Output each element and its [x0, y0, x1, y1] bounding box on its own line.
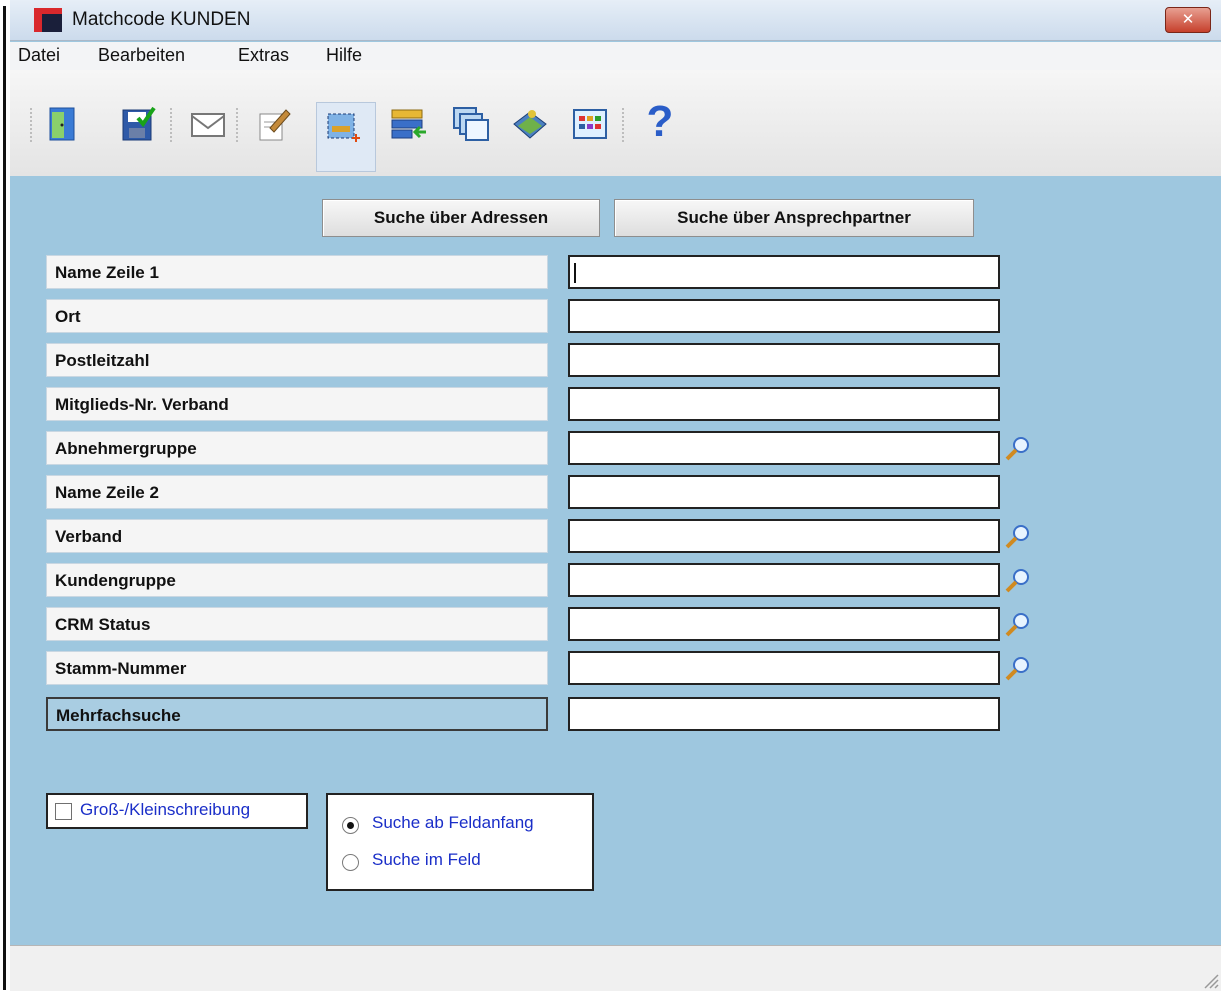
close-button[interactable]: ✕: [1165, 7, 1211, 33]
field-label: Mitglieds-Nr. Verband: [46, 387, 548, 421]
resize-grip-icon[interactable]: [1199, 969, 1219, 989]
case-sensitive-label: Groß-/Kleinschreibung: [80, 800, 251, 819]
toolbar-grip: [622, 108, 627, 142]
toolbar-grip: [30, 108, 35, 142]
title-bar: Matchcode KUNDEN ✕: [10, 0, 1221, 41]
toolbar-grip: [236, 108, 241, 142]
kundengruppe-input[interactable]: [568, 563, 1000, 597]
left-edge: [0, 0, 10, 990]
toolbar-grip: [170, 108, 175, 142]
radio-im-feld-label: Suche im Feld: [372, 850, 481, 869]
stamm-nummer-input[interactable]: [568, 651, 1000, 685]
search-contacts-button[interactable]: Suche über Ansprechpartner: [614, 199, 974, 237]
search-form: Suche über Adressen Suche über Ansprechp…: [10, 176, 1221, 946]
help-icon[interactable]: ?: [640, 98, 680, 146]
mail-icon[interactable]: [188, 104, 228, 144]
field-label: Verband: [46, 519, 548, 553]
case-sensitive-checkbox[interactable]: [55, 803, 72, 820]
mitglieds-nr-input[interactable]: [568, 387, 1000, 421]
status-bar: [10, 945, 1221, 991]
field-label: Postleitzahl: [46, 343, 548, 377]
field-label: Name Zeile 2: [46, 475, 548, 509]
postleitzahl-input[interactable]: [568, 343, 1000, 377]
radio-feldanfang-label: Suche ab Feldanfang: [372, 813, 534, 832]
radio-im-feld[interactable]: [342, 854, 359, 871]
windows-icon[interactable]: [450, 104, 490, 144]
menu-hilfe[interactable]: Hilfe: [326, 45, 362, 66]
field-label: Name Zeile 1: [46, 255, 548, 289]
menu-bearbeiten[interactable]: Bearbeiten: [98, 45, 185, 66]
lookup-magnifier-icon[interactable]: [1004, 566, 1032, 594]
new-record-icon[interactable]: [322, 106, 362, 146]
field-label: Kundengruppe: [46, 563, 548, 597]
field-label: Mehrfachsuche: [46, 697, 548, 731]
case-sensitive-option[interactable]: Groß-/Kleinschreibung: [46, 793, 308, 829]
mehrfachsuche-input[interactable]: [568, 697, 1000, 731]
crm-status-input[interactable]: [568, 607, 1000, 641]
matchcode-window: Matchcode KUNDEN ✕ Datei Bearbeiten Extr…: [10, 0, 1221, 991]
edit-icon[interactable]: [254, 104, 294, 144]
field-label: Ort: [46, 299, 548, 333]
exit-door-icon[interactable]: [42, 104, 82, 144]
field-label: Stamm-Nummer: [46, 651, 548, 685]
field-label: Abnehmergruppe: [46, 431, 548, 465]
name-zeile-2-input[interactable]: [568, 475, 1000, 509]
app-logo-icon: [34, 8, 62, 32]
grid-icon[interactable]: [570, 104, 610, 144]
lookup-magnifier-icon[interactable]: [1004, 434, 1032, 462]
lookup-magnifier-icon[interactable]: [1004, 654, 1032, 682]
window-title: Matchcode KUNDEN: [72, 9, 251, 30]
name-zeile-1-input[interactable]: [568, 255, 1000, 289]
menu-extras[interactable]: Extras: [238, 45, 289, 66]
book-icon[interactable]: [510, 104, 550, 144]
verband-input[interactable]: [568, 519, 1000, 553]
lookup-magnifier-icon[interactable]: [1004, 610, 1032, 638]
search-addresses-button[interactable]: Suche über Adressen: [322, 199, 600, 237]
text-cursor: [574, 263, 576, 283]
ort-input[interactable]: [568, 299, 1000, 333]
import-icon[interactable]: [388, 104, 428, 144]
radio-feldanfang[interactable]: [342, 817, 359, 834]
field-label: CRM Status: [46, 607, 548, 641]
abnehmergruppe-input[interactable]: [568, 431, 1000, 465]
save-icon[interactable]: [118, 104, 158, 144]
search-mode-group: Suche ab Feldanfang Suche im Feld: [326, 793, 594, 891]
lookup-magnifier-icon[interactable]: [1004, 522, 1032, 550]
menu-datei[interactable]: Datei: [18, 45, 60, 66]
toolbar: ?: [10, 70, 1221, 177]
menu-bar: Datei Bearbeiten Extras Hilfe: [10, 42, 1221, 70]
